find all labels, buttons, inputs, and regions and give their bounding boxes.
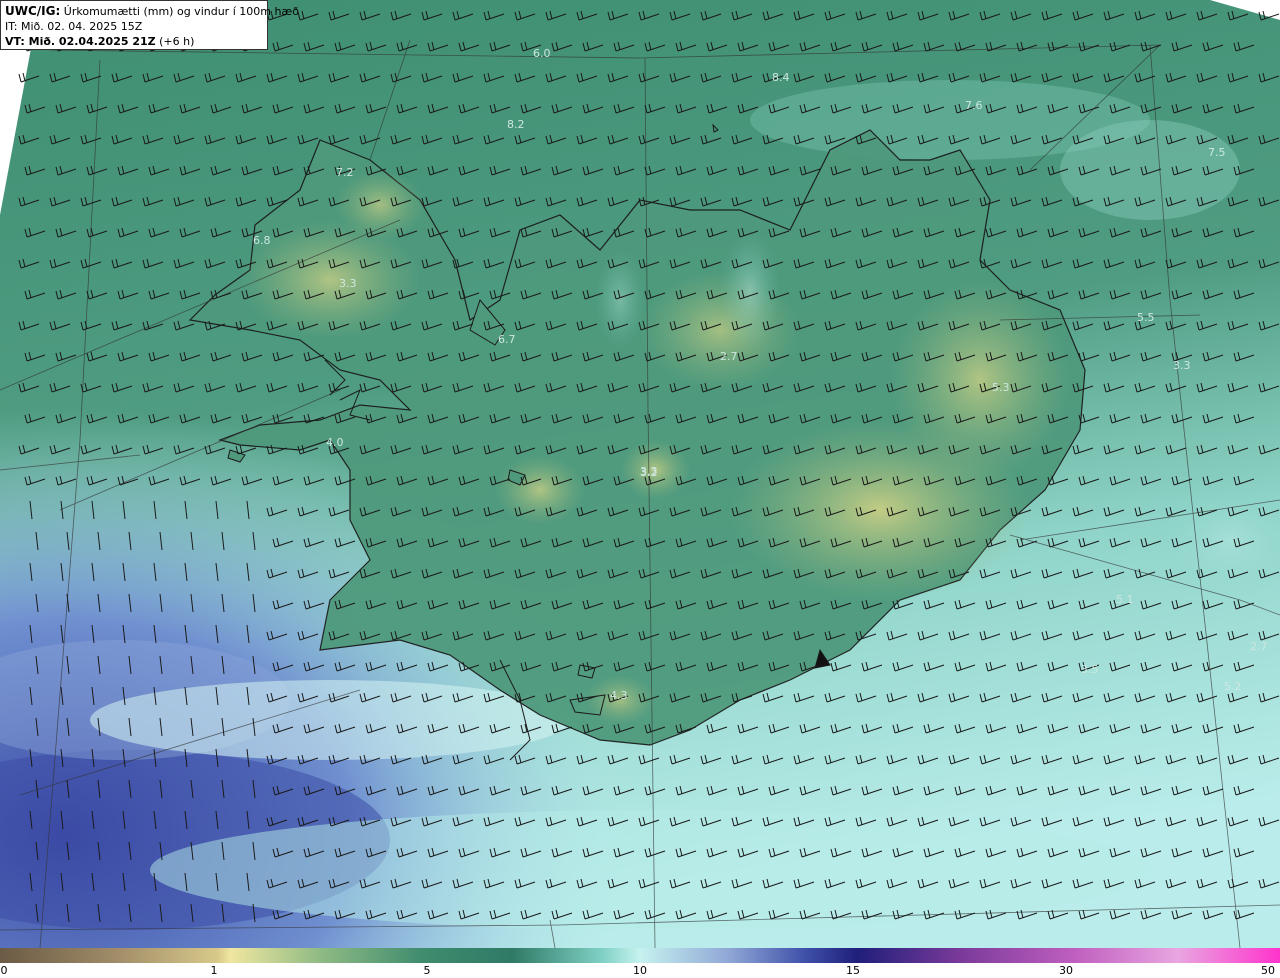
forecast-offset: (+6 h) <box>159 35 195 48</box>
colorbar-label: 0 <box>0 964 8 977</box>
colorbar-label: 15 <box>846 964 860 977</box>
map-value-label: 6.8 <box>253 234 271 247</box>
product-code: UWC/IG: <box>5 4 61 18</box>
map-value-label: 3.5 <box>1081 663 1099 676</box>
map-value-label: 5.1 <box>1116 593 1134 606</box>
map-value-label: 7.2 <box>336 166 354 179</box>
map-value-label: 6.0 <box>533 47 551 60</box>
colorbar-label: 1 <box>210 964 218 977</box>
map-value-label: 4.3 <box>610 689 628 702</box>
map-value-label: 7.5 <box>1208 146 1226 159</box>
map-value-label: 2.7 <box>1250 640 1268 653</box>
map-value-label: 2.7 <box>720 350 738 363</box>
valid-time: VT: Mið. 02.04.2025 21Z <box>5 35 156 48</box>
init-time: IT: Mið. 02. 04. 2025 15Z <box>5 20 143 33</box>
map-value-label: 5.5 <box>1137 311 1155 324</box>
colorbar-label: 50 <box>1261 964 1275 977</box>
map-value-label: 8.2 <box>507 118 525 131</box>
map-value-label: 4.0 <box>326 436 344 449</box>
product-description: Úrkomumætti (mm) og vindur í 100m hæð <box>63 5 299 18</box>
colorbar: 0 1 5 10 15 30 50 <box>0 948 1280 978</box>
colorbar-gradient <box>0 948 1280 963</box>
map-value-label: 8.4 <box>772 71 790 84</box>
map-value-label: 3.3 <box>339 277 357 290</box>
map-value-label: 3.3 <box>1173 359 1191 372</box>
colorbar-label: 10 <box>633 964 647 977</box>
colorbar-label: 5 <box>423 964 431 977</box>
map-value-label: 6.7 <box>498 333 516 346</box>
precipitation-map: 6.0 8.4 7.6 8.2 7.5 7.2 6.8 3.3 6.7 2.7 5.5 3.3 5.3 4… <box>0 0 1280 948</box>
map-header: UWC/IG: Úrkomumætti (mm) og vindur í 100… <box>0 0 299 50</box>
colorbar-label: 30 <box>1059 964 1073 977</box>
map-value-label: 7.6 <box>965 99 983 112</box>
map-value-label: 5.3 <box>992 381 1010 394</box>
map-value-label: 3.2 <box>640 466 658 479</box>
map-value-label: 5.2 <box>1224 680 1242 693</box>
